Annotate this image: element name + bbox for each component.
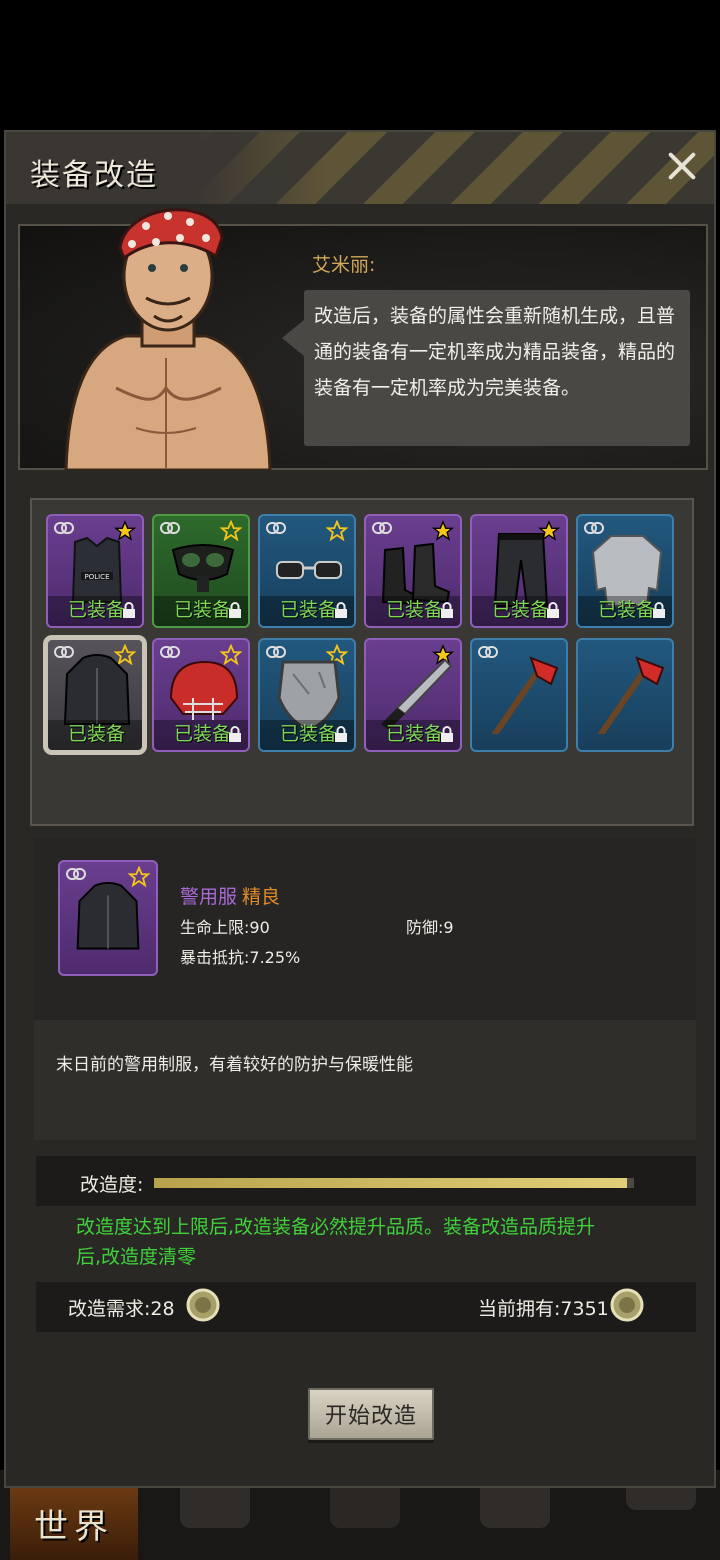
bottle-cap-coin-icon — [610, 1288, 644, 1322]
link-icon — [66, 868, 86, 880]
lock-icon — [335, 726, 347, 742]
equipped-label: 已装备 — [280, 599, 338, 621]
equipment-slot-long-sleeve-shirt[interactable]: 已装备 — [576, 514, 674, 628]
jacket-icon — [76, 882, 140, 950]
nav-character-icon[interactable] — [330, 1488, 400, 1528]
equipped-label: 已装备 — [68, 723, 126, 745]
equipped-label: 已装备 — [280, 723, 338, 745]
nav-world-label: 世界 — [34, 1507, 114, 1547]
lock-icon — [441, 602, 453, 618]
nav-bag-icon[interactable] — [180, 1488, 250, 1528]
equipped-label: 已装备 — [174, 723, 232, 745]
equipment-modify-dialog: 装备改造 艾米丽: 改造后，装备的属性会重新随机生成，且普通的装备有一定机率成为… — [4, 130, 716, 1488]
equipment-slot-football-helmet[interactable]: 已装备 — [152, 638, 250, 752]
progress-label: 改造度: — [80, 1174, 144, 1196]
equipment-slot-fire-axe[interactable] — [576, 638, 674, 752]
equipment-slot-boots[interactable]: 已装备 — [364, 514, 462, 628]
progress-bar — [154, 1178, 634, 1188]
item-detail-panel: 警用服 精良 生命上限:90 防御:9 暴击抵抗:7.25% 末日前的警用制服，… — [34, 838, 696, 1140]
item-name: 警用服 — [180, 886, 238, 908]
lock-icon — [229, 602, 241, 618]
lock-icon — [335, 602, 347, 618]
start-modify-label: 开始改造 — [324, 1404, 417, 1429]
start-modify-button[interactable]: 开始改造 — [308, 1388, 434, 1440]
npc-panel: 艾米丽: 改造后，装备的属性会重新随机生成，且普通的装备有一定机率成为精品装备，… — [18, 208, 708, 470]
equipment-slot-gas-mask[interactable]: 已装备 — [152, 514, 250, 628]
nav-world-tab[interactable]: 世界 — [10, 1488, 138, 1560]
equipment-grid: POLICE 已装备 已装备 已装备 已装备 已装备 已装备 已装备 已装备 已… — [30, 498, 694, 826]
stat-defense: 防御:9 — [406, 918, 454, 937]
stat-crit-resist: 暴击抵抗:7.25% — [180, 948, 301, 967]
equipment-slot-goggles[interactable]: 已装备 — [258, 514, 356, 628]
fire-axe-icon — [597, 656, 665, 734]
cost-row: 改造需求:28 当前拥有:7351 — [36, 1282, 696, 1332]
speech-text: 改造后，装备的属性会重新随机生成，且普通的装备有一定机率成为精品装备，精品的装备… — [314, 305, 676, 399]
npc-name: 艾米丽: — [312, 254, 376, 276]
npc-portrait — [64, 208, 272, 470]
equipped-label: 已装备 — [492, 599, 550, 621]
fire-axe-icon — [491, 656, 559, 734]
equipment-slot-police-jacket[interactable]: 已装备 — [43, 635, 147, 755]
stat-hp: 生命上限:90 — [180, 918, 270, 937]
equipped-label: 已装备 — [68, 599, 126, 621]
lock-icon — [123, 602, 135, 618]
equipment-slot-pants[interactable]: 已装备 — [470, 514, 568, 628]
equipment-slot-police-vest[interactable]: POLICE 已装备 — [46, 514, 144, 628]
close-icon[interactable] — [662, 146, 702, 186]
lock-icon — [441, 726, 453, 742]
equipped-label: 已装备 — [386, 599, 444, 621]
speech-bubble: 改造后，装备的属性会重新随机生成，且普通的装备有一定机率成为精品装备，精品的装备… — [282, 290, 690, 446]
lock-icon — [653, 602, 665, 618]
equipment-slot-fire-axe[interactable] — [470, 638, 568, 752]
modify-notice: 改造度达到上限后,改造装备必然提升品质。装备改造品质提升后,改造度清零 — [76, 1216, 596, 1268]
nav-grid-icon[interactable] — [480, 1488, 550, 1528]
modify-progress-row: 改造度: — [36, 1156, 696, 1206]
selected-item-icon — [58, 860, 158, 976]
lock-icon — [229, 726, 241, 742]
title-bar: 装备改造 — [6, 132, 714, 204]
item-description: 末日前的警用制服，有着较好的防护与保暖性能 — [56, 1055, 413, 1075]
lock-icon — [547, 602, 559, 618]
progress-fill — [154, 1178, 627, 1188]
svg-text:POLICE: POLICE — [84, 573, 109, 581]
bottle-cap-coin-icon — [186, 1288, 220, 1322]
equipment-slot-shield[interactable]: 已装备 — [258, 638, 356, 752]
equipped-label: 已装备 — [174, 599, 232, 621]
nav-cart-icon[interactable] — [626, 1488, 696, 1510]
equipped-label: 已装备 — [598, 599, 656, 621]
cost-own: 当前拥有:7351 — [478, 1298, 609, 1320]
equipment-slot-machete[interactable]: 已装备 — [364, 638, 462, 752]
item-quality: 精良 — [242, 886, 281, 908]
equipped-label: 已装备 — [386, 723, 444, 745]
cost-need: 改造需求:28 — [68, 1298, 175, 1320]
dialog-title: 装备改造 — [30, 158, 158, 193]
